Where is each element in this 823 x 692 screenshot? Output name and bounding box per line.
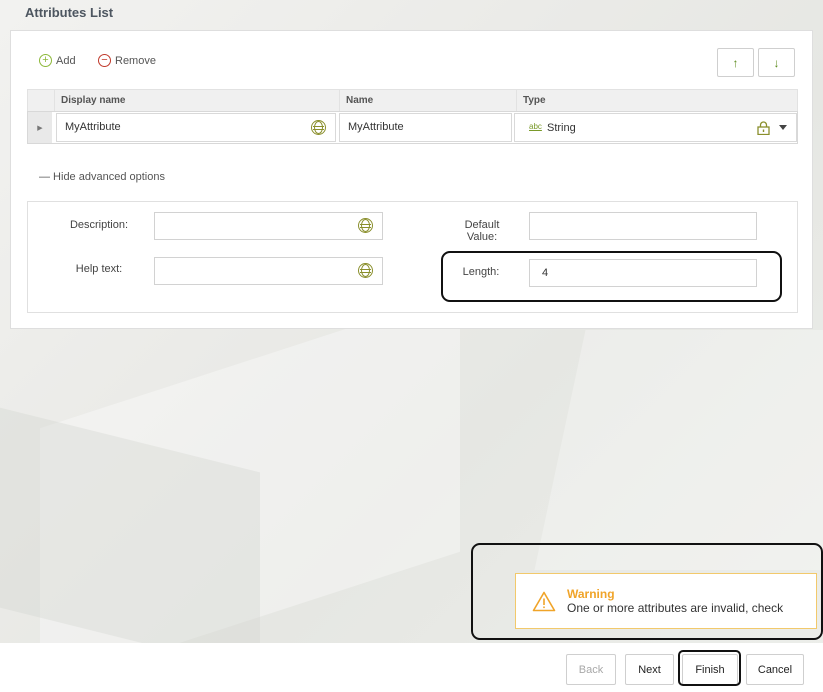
name-input[interactable]: MyAttribute [339, 113, 512, 142]
description-field[interactable] [154, 212, 383, 240]
column-header-type[interactable]: Type [516, 90, 799, 112]
warning-message: One or more attributes are invalid, chec… [567, 601, 784, 615]
abc-type-icon: abc [529, 122, 542, 131]
hide-advanced-options-toggle[interactable]: — Hide advanced options [39, 171, 165, 183]
lock-icon[interactable] [757, 121, 770, 135]
warning-title: Warning [567, 587, 615, 601]
finish-highlight-outline [678, 650, 741, 686]
dropdown-caret-icon[interactable] [779, 125, 787, 130]
display-name-input[interactable]: MyAttribute [56, 113, 336, 142]
table-row[interactable]: ▶ MyAttribute MyAttribute abc String [27, 111, 798, 144]
next-button[interactable]: Next [625, 654, 674, 685]
remove-circle-icon: − [98, 54, 111, 67]
globe-icon[interactable] [311, 120, 326, 135]
arrow-up-icon: ↑ [732, 55, 739, 70]
globe-icon[interactable] [358, 218, 373, 233]
background-shape [0, 407, 260, 673]
grid-header-marker [28, 90, 52, 112]
description-label: Description: [69, 219, 129, 231]
add-circle-icon: + [39, 54, 52, 67]
column-header-name[interactable]: Name [339, 90, 514, 112]
move-down-button[interactable]: ↓ [758, 48, 795, 77]
globe-icon[interactable] [358, 263, 373, 278]
help-text-field[interactable] [154, 257, 383, 285]
add-label: Add [56, 54, 76, 67]
background-shape [40, 291, 460, 689]
grid-header: Display name Name Type [27, 89, 799, 112]
move-up-button[interactable]: ↑ [717, 48, 754, 77]
display-name-value: MyAttribute [65, 121, 121, 133]
cancel-button[interactable]: Cancel [746, 654, 804, 685]
name-value: MyAttribute [348, 121, 404, 133]
default-value-label: Default Value: [464, 219, 500, 243]
warning-notification[interactable]: Warning One or more attributes are inval… [515, 573, 817, 629]
column-header-display-name[interactable]: Display name [54, 90, 337, 112]
length-highlight-outline [441, 251, 782, 302]
remove-label: Remove [115, 54, 156, 67]
type-select[interactable]: abc String [514, 113, 797, 142]
help-text-label: Help text: [75, 263, 123, 275]
warning-triangle-icon [532, 591, 556, 612]
default-value-field[interactable] [529, 212, 757, 240]
back-button[interactable]: Back [566, 654, 616, 685]
background-shape [534, 330, 823, 570]
remove-button[interactable]: − Remove [98, 54, 156, 67]
add-button[interactable]: + Add [39, 54, 76, 67]
type-value: String [547, 122, 576, 134]
arrow-down-icon: ↓ [773, 55, 780, 70]
row-marker-icon[interactable]: ▶ [28, 112, 52, 143]
section-title: Attributes List [25, 5, 114, 20]
